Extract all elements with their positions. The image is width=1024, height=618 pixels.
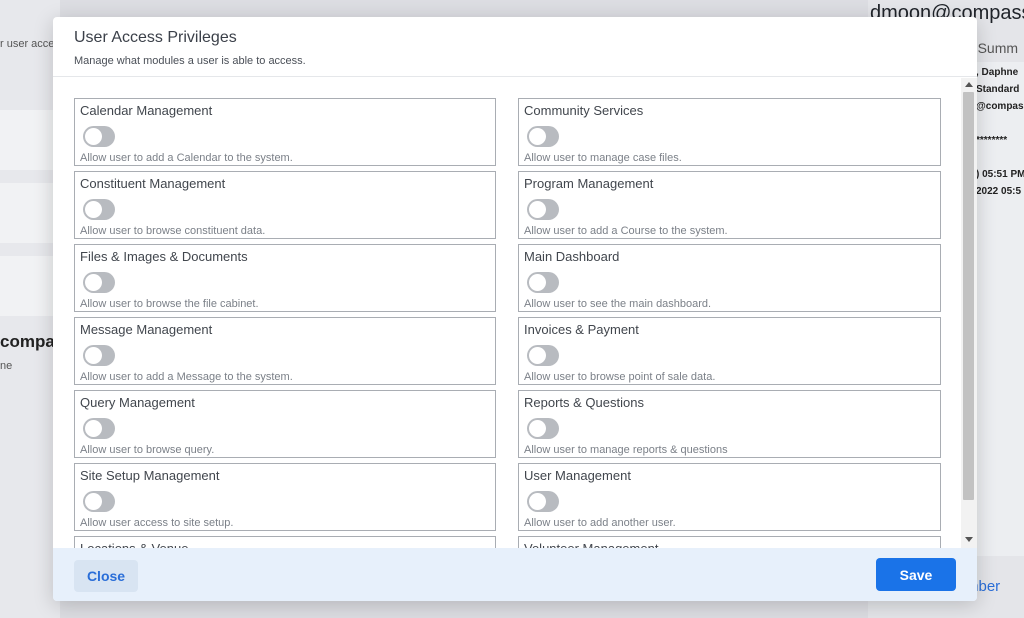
module-description: Allow user access to site setup. [80, 517, 234, 529]
modal-body[interactable]: Calendar Management Allow user to add a C… [53, 78, 977, 548]
user-access-modal: User Access Privileges Manage what modul… [53, 17, 977, 601]
module-access-toggle[interactable] [527, 126, 559, 147]
module-access-toggle[interactable] [83, 345, 115, 366]
module-card: User Management Allow user to add another… [518, 463, 941, 531]
module-card: Message Management Allow user to add a Me… [74, 317, 496, 385]
module-description: Allow user to see the main dashboard. [524, 298, 712, 310]
module-description: Allow user to browse point of sale data. [524, 371, 716, 383]
background-left-text: r user acce [0, 38, 55, 50]
module-grid: Calendar Management Allow user to add a C… [74, 98, 941, 548]
module-card: Site Setup Management Allow user access t… [74, 463, 496, 531]
module-title: Program Management [524, 176, 654, 191]
background-summary-line: , Daphne [976, 67, 1019, 78]
module-title: Files & Images & Documents [80, 249, 248, 264]
modal-header: User Access Privileges Manage what modul… [53, 17, 977, 77]
module-title: Community Services [524, 103, 644, 118]
module-description: Allow user to browse query. [80, 444, 215, 456]
module-card: Reports & Questions Allow user to manage … [518, 390, 941, 458]
module-card: Constituent Management Allow user to brow… [74, 171, 496, 239]
module-access-toggle[interactable] [83, 491, 115, 512]
module-access-toggle[interactable] [527, 491, 559, 512]
modal-title: User Access Privileges [74, 29, 237, 46]
module-title: Message Management [80, 322, 213, 337]
module-access-toggle[interactable] [527, 418, 559, 439]
background-summary-line: 2022 05:5 [976, 186, 1022, 197]
module-card: Calendar Management Allow user to add a C… [74, 98, 496, 166]
module-card: Volunteer Management [518, 536, 941, 548]
background-card [0, 183, 60, 243]
module-card: Invoices & Payment Allow user to browse p… [518, 317, 941, 385]
module-title: Query Management [80, 395, 195, 410]
module-description: Allow user to manage reports & questions [524, 444, 728, 456]
module-access-toggle[interactable] [527, 272, 559, 293]
module-description: Allow user to add a Message to the syste… [80, 371, 293, 383]
background-summary-line: Standard [976, 84, 1020, 95]
module-title: User Management [524, 468, 631, 483]
modal-scrollbar[interactable] [961, 78, 977, 548]
module-access-toggle[interactable] [527, 199, 559, 220]
modal-subtitle: Manage what modules a user is able to ac… [74, 55, 306, 67]
close-button[interactable]: Close [74, 560, 138, 592]
module-title: Reports & Questions [524, 395, 644, 410]
module-title: Locations & Venue [80, 541, 490, 548]
module-card: Main Dashboard Allow user to see the main… [518, 244, 941, 312]
module-card: Program Management Allow user to add a Co… [518, 171, 941, 239]
module-access-toggle[interactable] [83, 199, 115, 220]
module-description: Allow user to manage case files. [524, 152, 682, 164]
module-description: Allow user to add a Course to the system… [524, 225, 728, 237]
module-card: Query Management Allow user to browse que… [74, 390, 496, 458]
module-title: Calendar Management [80, 103, 213, 118]
module-description: Allow user to browse constituent data. [80, 225, 266, 237]
module-title: Site Setup Management [80, 468, 220, 483]
scroll-thumb[interactable] [963, 92, 974, 500]
background-left-subtext: ne [0, 360, 13, 372]
module-title: Volunteer Management [524, 541, 935, 548]
background-summary-line: ) 05:51 PM [976, 169, 1024, 180]
background-card [0, 110, 60, 170]
module-description: Allow user to browse the file cabinet. [80, 298, 259, 310]
module-description: Allow user to add a Calendar to the syst… [80, 152, 293, 164]
modal-footer: Close Save [53, 548, 977, 601]
module-title: Constituent Management [80, 176, 226, 191]
background-summary-line: ******** [976, 135, 1008, 146]
background-summary-line: @compas [976, 101, 1024, 112]
module-access-toggle[interactable] [527, 345, 559, 366]
module-access-toggle[interactable] [83, 126, 115, 147]
module-description: Allow user to add another user. [524, 517, 676, 529]
module-title: Invoices & Payment [524, 322, 639, 337]
scroll-up-arrow-icon[interactable] [965, 82, 973, 87]
background-card [0, 256, 60, 316]
module-title: Main Dashboard [524, 249, 620, 264]
module-access-toggle[interactable] [83, 418, 115, 439]
save-button[interactable]: Save [876, 558, 956, 591]
module-card: Files & Images & Documents Allow user to … [74, 244, 496, 312]
module-access-toggle[interactable] [83, 272, 115, 293]
scroll-down-arrow-icon[interactable] [965, 537, 973, 542]
module-card: Community Services Allow user to manage c… [518, 98, 941, 166]
module-card: Locations & Venue [74, 536, 496, 548]
